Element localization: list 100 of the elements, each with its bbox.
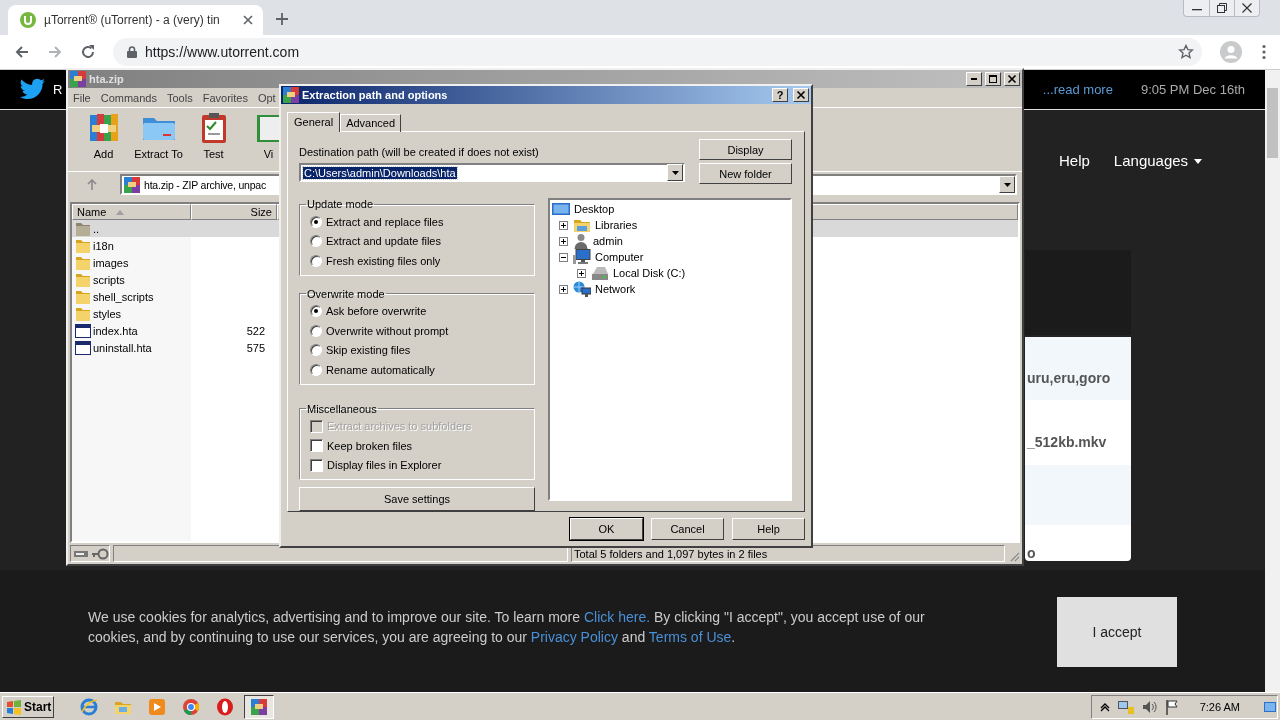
read-more-link[interactable]: ...read more	[1042, 82, 1113, 97]
network-icon[interactable]	[1116, 698, 1135, 715]
o-logo-icon	[216, 697, 234, 716]
flag-logo-icon	[6, 698, 22, 715]
dialog-button[interactable]: Cancel	[651, 518, 724, 540]
menu-item[interactable]: File	[68, 91, 96, 104]
field-label: Destination path (will be created if does not exist)	[299, 146, 540, 158]
round-logo-icon	[182, 697, 200, 716]
option-label: Extract and replace files	[326, 215, 444, 228]
start-button[interactable]: Start	[2, 695, 54, 718]
option-label: Skip existing files	[326, 344, 411, 357]
path-combobox[interactable]: C:\Users\admin\Downloads\hta	[299, 163, 685, 182]
file-row[interactable]: styles	[72, 305, 191, 322]
nav-link[interactable]: Help	[1059, 151, 1090, 169]
file-name: i18n	[93, 239, 114, 252]
radio-button[interactable]	[310, 305, 322, 318]
dropdown-button[interactable]	[667, 164, 683, 181]
address-bar[interactable]: https://www.utorrent.com	[113, 38, 1202, 66]
expand-icon[interactable]	[559, 236, 568, 246]
menu-item[interactable]: Commands	[95, 91, 162, 104]
menu-item[interactable]: Opt	[252, 91, 281, 104]
expand-icon[interactable]	[559, 284, 568, 294]
menu-icon[interactable]	[1262, 44, 1266, 60]
radio-button[interactable]	[310, 215, 322, 228]
file-name: _512kb.mkv	[1027, 434, 1107, 450]
file-row[interactable]: uninstall.hta	[72, 339, 191, 356]
e-logo-icon	[80, 697, 98, 716]
dialog-button[interactable]: Display	[699, 139, 792, 160]
resize-grip-icon[interactable]	[1008, 550, 1020, 562]
tree-item[interactable]: admin	[592, 235, 624, 247]
restore-icon	[1217, 3, 1227, 13]
file-row[interactable]: i18n	[72, 237, 191, 254]
tree-item[interactable]: Libraries	[594, 219, 639, 231]
close-icon	[1242, 3, 1252, 13]
tree-item[interactable]: Local Disk (C:)	[612, 267, 687, 279]
file-row[interactable]: ..	[72, 220, 191, 237]
option-label: Fresh existing files only	[326, 254, 441, 267]
column-header[interactable]: Size	[191, 204, 277, 220]
tree-item[interactable]: Desktop	[573, 203, 616, 215]
menu-item[interactable]: Tools	[162, 91, 198, 104]
tab[interactable]: Advanced	[340, 114, 402, 132]
bookmark-star-icon[interactable]	[1178, 44, 1194, 60]
option-label: Keep broken files	[327, 439, 412, 452]
collapse-icon[interactable]	[559, 252, 568, 262]
checkbox[interactable]	[310, 458, 323, 472]
help-button[interactable]: ?	[772, 88, 788, 102]
person-icon	[573, 233, 589, 249]
dialog-button[interactable]: Help	[732, 518, 805, 540]
reload-icon[interactable]	[80, 44, 96, 60]
toolbar-button[interactable]: Add	[76, 112, 131, 171]
nav-link[interactable]: Languages	[1113, 151, 1203, 169]
cookie-link[interactable]: Click here.	[583, 609, 651, 625]
flag-icon[interactable]	[1164, 698, 1179, 715]
file-row[interactable]: images	[72, 254, 191, 271]
option-label: Display files in Explorer	[327, 459, 442, 472]
cookie-link[interactable]: Privacy Policy	[530, 629, 618, 645]
column-header[interactable]: Name	[72, 204, 191, 220]
tab[interactable]: General	[287, 112, 341, 132]
file-row[interactable]: shell_scripts	[72, 288, 191, 305]
folder-icon	[75, 288, 91, 305]
option-label: Overwrite without prompt	[326, 324, 449, 337]
dialog-button[interactable]: OK	[570, 518, 643, 540]
checkbox[interactable]	[310, 439, 323, 453]
tree-item[interactable]: Computer	[594, 251, 645, 263]
monitor-icon	[552, 202, 570, 216]
clock: 7:26 AM	[1199, 700, 1240, 713]
expand-icon[interactable]	[559, 220, 568, 230]
status-text: Total 5 folders and 1,097 bytes in 2 files	[574, 547, 768, 560]
browser-tab[interactable]: µTorrent® (uTorrent) - a (very) tin	[8, 5, 263, 35]
save-settings-button[interactable]: Save settings	[299, 487, 535, 511]
window-file-icon	[75, 339, 91, 356]
file-size: 522	[246, 324, 265, 337]
file-name: shell_scripts	[93, 290, 154, 303]
accept-button[interactable]: I accept	[1057, 597, 1177, 667]
minimize-icon	[971, 78, 977, 80]
scrollbar-thumb[interactable]	[1267, 88, 1278, 158]
file-name: images	[93, 256, 129, 269]
chevron-up-icon[interactable]	[1099, 701, 1110, 712]
expand-icon[interactable]	[577, 268, 586, 278]
drive-icon	[591, 265, 609, 281]
cookie-link[interactable]: Terms of Use	[648, 629, 732, 645]
file-row[interactable]: scripts	[72, 271, 191, 288]
radio-button[interactable]	[310, 235, 322, 248]
bird-icon	[18, 77, 46, 102]
dialog-title: Extraction path and options	[302, 89, 448, 101]
scrollbar[interactable]	[1265, 70, 1280, 692]
tweet-time: 9:05 PM Dec 16th	[1140, 82, 1245, 97]
taskbar-button[interactable]	[244, 694, 274, 719]
new-tab-icon[interactable]	[275, 12, 289, 26]
back-icon[interactable]	[14, 44, 30, 60]
toolbar-button[interactable]: Extract To	[131, 112, 186, 171]
dialog-button[interactable]: New folder	[699, 163, 792, 184]
radio-button[interactable]	[310, 344, 322, 357]
dropdown-button[interactable]	[999, 176, 1015, 193]
folder-icon	[75, 271, 91, 288]
menu-item[interactable]: Favorites	[197, 91, 253, 104]
tree-item[interactable]: Network	[594, 283, 637, 295]
close-tab-icon[interactable]	[243, 15, 253, 25]
toolbar-button[interactable]: Test	[186, 112, 241, 171]
file-row[interactable]: index.hta	[72, 322, 191, 339]
